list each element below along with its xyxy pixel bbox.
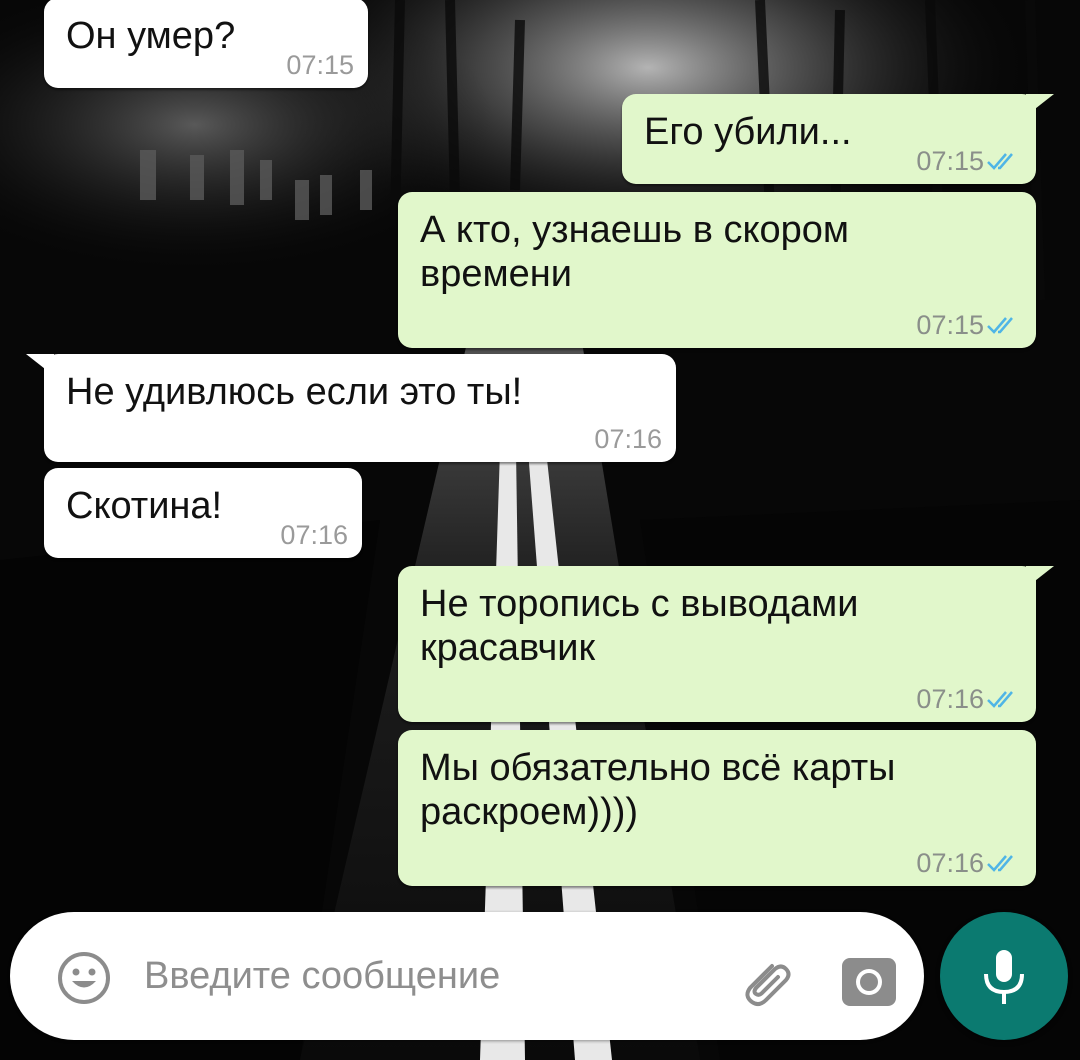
message-text: Не торопись с выводами красавчик: [420, 583, 859, 669]
message-time: 07:15: [916, 146, 984, 176]
camera-icon[interactable]: [836, 948, 902, 1014]
message-meta: 07:16: [916, 848, 1022, 878]
read-receipt-icon: [986, 852, 1022, 874]
read-receipt-icon: [986, 150, 1022, 172]
message-bubble-outgoing[interactable]: Его убили... 07:15: [622, 94, 1054, 184]
message-input[interactable]: [144, 938, 704, 1014]
message-time: 07:15: [286, 50, 354, 80]
message-text: Не удивлюсь если это ты!: [66, 371, 523, 413]
message-meta: 07:16: [594, 424, 662, 454]
message-bubble-incoming[interactable]: Не удивлюсь если это ты! 07:16: [26, 354, 676, 462]
message-text: Он умер?: [66, 15, 236, 57]
message-meta: 07:16: [280, 520, 348, 550]
message-meta: 07:15: [916, 146, 1022, 176]
read-receipt-icon: [986, 688, 1022, 710]
message-text: Мы обязательно всё карты раскроем)))): [420, 747, 896, 833]
message-text: Скотина!: [66, 485, 223, 527]
paperclip-icon[interactable]: [732, 948, 798, 1014]
message-bubble-incoming[interactable]: Он умер? 07:15: [44, 0, 368, 88]
message-text: А кто, узнаешь в скором времени: [420, 209, 850, 295]
emoji-icon[interactable]: [54, 948, 114, 1008]
message-bubble-outgoing[interactable]: Мы обязательно всё карты раскроем)))) 07…: [398, 730, 1036, 886]
message-time: 07:16: [916, 848, 984, 878]
message-time: 07:16: [916, 684, 984, 714]
microphone-button[interactable]: [940, 912, 1068, 1040]
message-time: 07:15: [916, 310, 984, 340]
message-bubble-outgoing[interactable]: Не торопись с выводами красавчик 07:16: [398, 566, 1054, 722]
read-receipt-icon: [986, 314, 1022, 336]
message-meta: 07:15: [916, 310, 1022, 340]
message-meta: 07:16: [916, 684, 1022, 714]
message-bubble-incoming[interactable]: Скотина! 07:16: [44, 468, 362, 558]
message-text: Его убили...: [644, 111, 852, 153]
message-time: 07:16: [280, 520, 348, 550]
message-time: 07:16: [594, 424, 662, 454]
message-composer: [10, 912, 924, 1040]
message-bubble-outgoing[interactable]: А кто, узнаешь в скором времени 07:15: [398, 192, 1036, 348]
microphone-icon: [984, 950, 1024, 1004]
message-meta: 07:15: [286, 50, 354, 80]
